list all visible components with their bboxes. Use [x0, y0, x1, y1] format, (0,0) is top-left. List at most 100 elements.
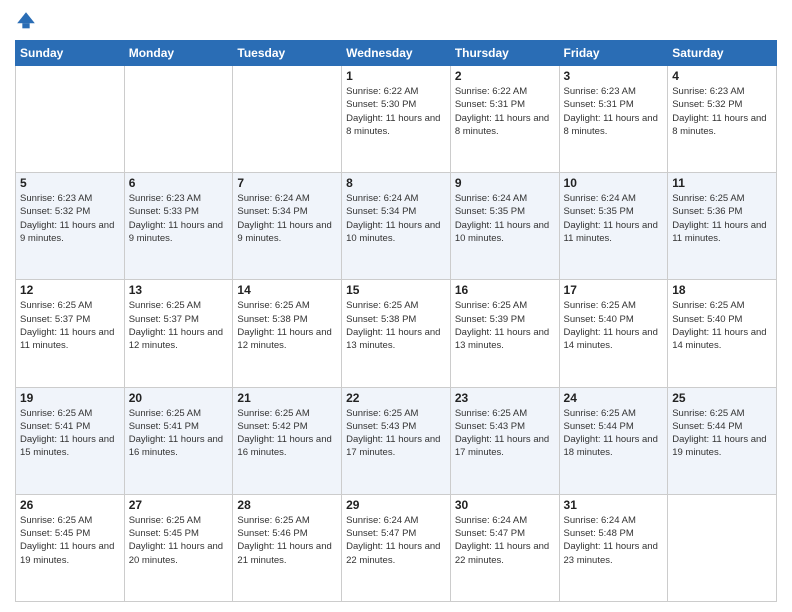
- day-number: 23: [455, 391, 555, 405]
- calendar-cell: 1 Sunrise: 6:22 AM Sunset: 5:30 PM Daylig…: [342, 66, 451, 173]
- day-number: 6: [129, 176, 229, 190]
- calendar-header-sunday: Sunday: [16, 41, 125, 66]
- day-info: Sunrise: 6:23 AM Sunset: 5:32 PM Dayligh…: [672, 85, 772, 138]
- day-number: 9: [455, 176, 555, 190]
- day-info: Sunrise: 6:22 AM Sunset: 5:30 PM Dayligh…: [346, 85, 446, 138]
- calendar-cell: 10 Sunrise: 6:24 AM Sunset: 5:35 PM Dayli…: [559, 173, 668, 280]
- calendar-cell: 17Sunrise: 6:25 AM Sunset: 5:40 PM Dayli…: [559, 280, 668, 387]
- calendar-cell: 5 Sunrise: 6:23 AM Sunset: 5:32 PM Daylig…: [16, 173, 125, 280]
- calendar-cell: [124, 66, 233, 173]
- calendar-cell: [16, 66, 125, 173]
- day-number: 16: [455, 283, 555, 297]
- day-info: Sunrise: 6:25 AM Sunset: 5:45 PM Dayligh…: [129, 514, 229, 567]
- calendar-cell: 27 Sunrise: 6:25 AM Sunset: 5:45 PM Dayli…: [124, 494, 233, 601]
- day-number: 8: [346, 176, 446, 190]
- day-info: Sunrise: 6:25 AM Sunset: 5:38 PM Dayligh…: [237, 299, 337, 352]
- day-number: 11: [672, 176, 772, 190]
- calendar-cell: 8 Sunrise: 6:24 AM Sunset: 5:34 PM Daylig…: [342, 173, 451, 280]
- day-info: Sunrise: 6:24 AM Sunset: 5:48 PM Dayligh…: [564, 514, 664, 567]
- day-number: 27: [129, 498, 229, 512]
- calendar-header-thursday: Thursday: [450, 41, 559, 66]
- day-info: Sunrise: 6:24 AM Sunset: 5:35 PM Dayligh…: [564, 192, 664, 245]
- day-info: Sunrise: 6:23 AM Sunset: 5:32 PM Dayligh…: [20, 192, 120, 245]
- day-number: 26: [20, 498, 120, 512]
- calendar-header-saturday: Saturday: [668, 41, 777, 66]
- day-number: 2: [455, 69, 555, 83]
- day-info: Sunrise: 6:24 AM Sunset: 5:47 PM Dayligh…: [346, 514, 446, 567]
- day-number: 15: [346, 283, 446, 297]
- day-info: Sunrise: 6:25 AM Sunset: 5:43 PM Dayligh…: [455, 407, 555, 460]
- calendar-cell: 7 Sunrise: 6:24 AM Sunset: 5:34 PM Daylig…: [233, 173, 342, 280]
- calendar-cell: 21Sunrise: 6:25 AM Sunset: 5:42 PM Dayli…: [233, 387, 342, 494]
- day-info: Sunrise: 6:24 AM Sunset: 5:35 PM Dayligh…: [455, 192, 555, 245]
- day-info: Sunrise: 6:25 AM Sunset: 5:36 PM Dayligh…: [672, 192, 772, 245]
- calendar-table: SundayMondayTuesdayWednesdayThursdayFrid…: [15, 40, 777, 602]
- calendar-header-friday: Friday: [559, 41, 668, 66]
- calendar-cell: 28 Sunrise: 6:25 AM Sunset: 5:46 PM Dayli…: [233, 494, 342, 601]
- day-number: 12: [20, 283, 120, 297]
- calendar-cell: 3Sunrise: 6:23 AM Sunset: 5:31 PM Daylig…: [559, 66, 668, 173]
- calendar-cell: 2 Sunrise: 6:22 AM Sunset: 5:31 PM Daylig…: [450, 66, 559, 173]
- calendar-week-row: 5 Sunrise: 6:23 AM Sunset: 5:32 PM Daylig…: [16, 173, 777, 280]
- calendar-cell: 30 Sunrise: 6:24 AM Sunset: 5:47 PM Dayli…: [450, 494, 559, 601]
- calendar-week-row: 12 Sunrise: 6:25 AM Sunset: 5:37 PM Dayli…: [16, 280, 777, 387]
- day-number: 3: [564, 69, 664, 83]
- day-info: Sunrise: 6:25 AM Sunset: 5:46 PM Dayligh…: [237, 514, 337, 567]
- calendar-cell: 19 Sunrise: 6:25 AM Sunset: 5:41 PM Dayli…: [16, 387, 125, 494]
- calendar-header-tuesday: Tuesday: [233, 41, 342, 66]
- day-info: Sunrise: 6:24 AM Sunset: 5:34 PM Dayligh…: [237, 192, 337, 245]
- day-info: Sunrise: 6:25 AM Sunset: 5:44 PM Dayligh…: [564, 407, 664, 460]
- day-number: 10: [564, 176, 664, 190]
- day-number: 13: [129, 283, 229, 297]
- day-number: 14: [237, 283, 337, 297]
- calendar-cell: 13 Sunrise: 6:25 AM Sunset: 5:37 PM Dayli…: [124, 280, 233, 387]
- calendar-week-row: 26 Sunrise: 6:25 AM Sunset: 5:45 PM Dayli…: [16, 494, 777, 601]
- calendar-cell: 24Sunrise: 6:25 AM Sunset: 5:44 PM Dayli…: [559, 387, 668, 494]
- day-info: Sunrise: 6:25 AM Sunset: 5:44 PM Dayligh…: [672, 407, 772, 460]
- day-number: 5: [20, 176, 120, 190]
- calendar-cell: 4 Sunrise: 6:23 AM Sunset: 5:32 PM Daylig…: [668, 66, 777, 173]
- calendar-header-wednesday: Wednesday: [342, 41, 451, 66]
- day-number: 29: [346, 498, 446, 512]
- day-info: Sunrise: 6:25 AM Sunset: 5:42 PM Dayligh…: [237, 407, 337, 460]
- day-number: 31: [564, 498, 664, 512]
- day-info: Sunrise: 6:23 AM Sunset: 5:33 PM Dayligh…: [129, 192, 229, 245]
- day-number: 30: [455, 498, 555, 512]
- day-info: Sunrise: 6:25 AM Sunset: 5:41 PM Dayligh…: [20, 407, 120, 460]
- day-number: 20: [129, 391, 229, 405]
- calendar-cell: 25 Sunrise: 6:25 AM Sunset: 5:44 PM Dayli…: [668, 387, 777, 494]
- calendar-cell: 26 Sunrise: 6:25 AM Sunset: 5:45 PM Dayli…: [16, 494, 125, 601]
- calendar-cell: [668, 494, 777, 601]
- day-info: Sunrise: 6:25 AM Sunset: 5:40 PM Dayligh…: [672, 299, 772, 352]
- calendar-cell: 23 Sunrise: 6:25 AM Sunset: 5:43 PM Dayli…: [450, 387, 559, 494]
- day-number: 1: [346, 69, 446, 83]
- logo: [15, 10, 39, 32]
- page: SundayMondayTuesdayWednesdayThursdayFrid…: [0, 0, 792, 612]
- calendar-cell: 14 Sunrise: 6:25 AM Sunset: 5:38 PM Dayli…: [233, 280, 342, 387]
- calendar-header-monday: Monday: [124, 41, 233, 66]
- day-info: Sunrise: 6:24 AM Sunset: 5:34 PM Dayligh…: [346, 192, 446, 245]
- day-info: Sunrise: 6:25 AM Sunset: 5:37 PM Dayligh…: [129, 299, 229, 352]
- logo-icon: [15, 10, 37, 32]
- calendar-cell: 9 Sunrise: 6:24 AM Sunset: 5:35 PM Daylig…: [450, 173, 559, 280]
- calendar-cell: 11 Sunrise: 6:25 AM Sunset: 5:36 PM Dayli…: [668, 173, 777, 280]
- calendar-cell: 29 Sunrise: 6:24 AM Sunset: 5:47 PM Dayli…: [342, 494, 451, 601]
- day-number: 22: [346, 391, 446, 405]
- calendar-header-row: SundayMondayTuesdayWednesdayThursdayFrid…: [16, 41, 777, 66]
- day-info: Sunrise: 6:22 AM Sunset: 5:31 PM Dayligh…: [455, 85, 555, 138]
- day-info: Sunrise: 6:25 AM Sunset: 5:37 PM Dayligh…: [20, 299, 120, 352]
- header: [15, 10, 777, 32]
- day-number: 19: [20, 391, 120, 405]
- day-number: 7: [237, 176, 337, 190]
- calendar-cell: 22Sunrise: 6:25 AM Sunset: 5:43 PM Dayli…: [342, 387, 451, 494]
- day-info: Sunrise: 6:24 AM Sunset: 5:47 PM Dayligh…: [455, 514, 555, 567]
- day-number: 28: [237, 498, 337, 512]
- calendar-cell: 12 Sunrise: 6:25 AM Sunset: 5:37 PM Dayli…: [16, 280, 125, 387]
- day-number: 25: [672, 391, 772, 405]
- calendar-week-row: 1 Sunrise: 6:22 AM Sunset: 5:30 PM Daylig…: [16, 66, 777, 173]
- calendar-week-row: 19 Sunrise: 6:25 AM Sunset: 5:41 PM Dayli…: [16, 387, 777, 494]
- calendar-cell: 15Sunrise: 6:25 AM Sunset: 5:38 PM Dayli…: [342, 280, 451, 387]
- day-info: Sunrise: 6:25 AM Sunset: 5:45 PM Dayligh…: [20, 514, 120, 567]
- day-number: 4: [672, 69, 772, 83]
- calendar-cell: [233, 66, 342, 173]
